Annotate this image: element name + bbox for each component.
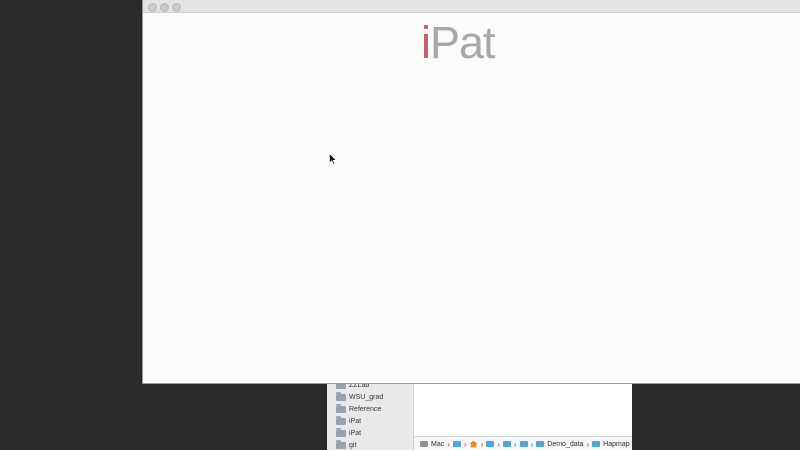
path-bar: Mac › › › › › › Demo_data › Hapmap [414,436,632,450]
folder-icon [336,391,346,401]
ipat-window: iPat [143,0,800,383]
minimize-button[interactable] [160,3,169,12]
home-icon[interactable] [469,440,478,448]
sidebar-item-reference[interactable]: Reference [336,403,381,415]
sidebar-item-label: WSU_grad [349,393,384,401]
folder-icon[interactable] [519,441,528,447]
finder-sidebar: ZZLab WSU_grad Reference iPat iPat git [327,380,414,450]
chevron-right-icon: › [463,439,467,449]
sidebar-item-ipat[interactable]: iPat [336,415,361,427]
sidebar-item-git[interactable]: git [336,439,356,450]
chevron-right-icon: › [586,439,590,449]
folder-icon [336,427,346,437]
sidebar-item-ipat[interactable]: iPat [336,427,361,439]
ipat-logo: iPat [421,17,496,68]
folder-icon [336,415,346,425]
finder-file-list[interactable] [414,380,632,436]
folder-icon [592,441,601,447]
folder-icon[interactable] [452,441,461,447]
folder-icon[interactable] [486,441,495,447]
path-disk-label[interactable]: Mac [431,441,444,448]
logo-i: i [421,17,431,68]
path-folder-demo-data[interactable]: Demo_data [547,441,583,448]
chevron-right-icon: › [513,439,517,449]
window-titlebar[interactable] [143,0,800,13]
chevron-right-icon: › [480,439,484,449]
folder-icon[interactable] [502,441,511,447]
sidebar-item-label: iPat [349,429,362,437]
maximize-button[interactable] [172,3,181,12]
mouse-cursor-icon [329,153,337,165]
finder-window: ZZLab WSU_grad Reference iPat iPat git M… [327,380,632,450]
path-folder-hapmap[interactable]: Hapmap [603,441,629,448]
chevron-right-icon: › [497,439,500,449]
hard-disk-icon [420,441,428,447]
folder-icon [536,441,545,447]
logo-pat: Pat [430,17,496,68]
chevron-right-icon: › [530,439,534,449]
sidebar-item-label: Reference [349,405,382,413]
close-button[interactable] [148,3,157,12]
chevron-right-icon: › [447,439,450,449]
folder-icon [336,403,346,413]
sidebar-item-wsu-grad[interactable]: WSU_grad [336,391,383,403]
sidebar-item-label: iPat [349,417,362,425]
sidebar-item-label: git [349,441,357,449]
folder-icon [336,439,346,449]
